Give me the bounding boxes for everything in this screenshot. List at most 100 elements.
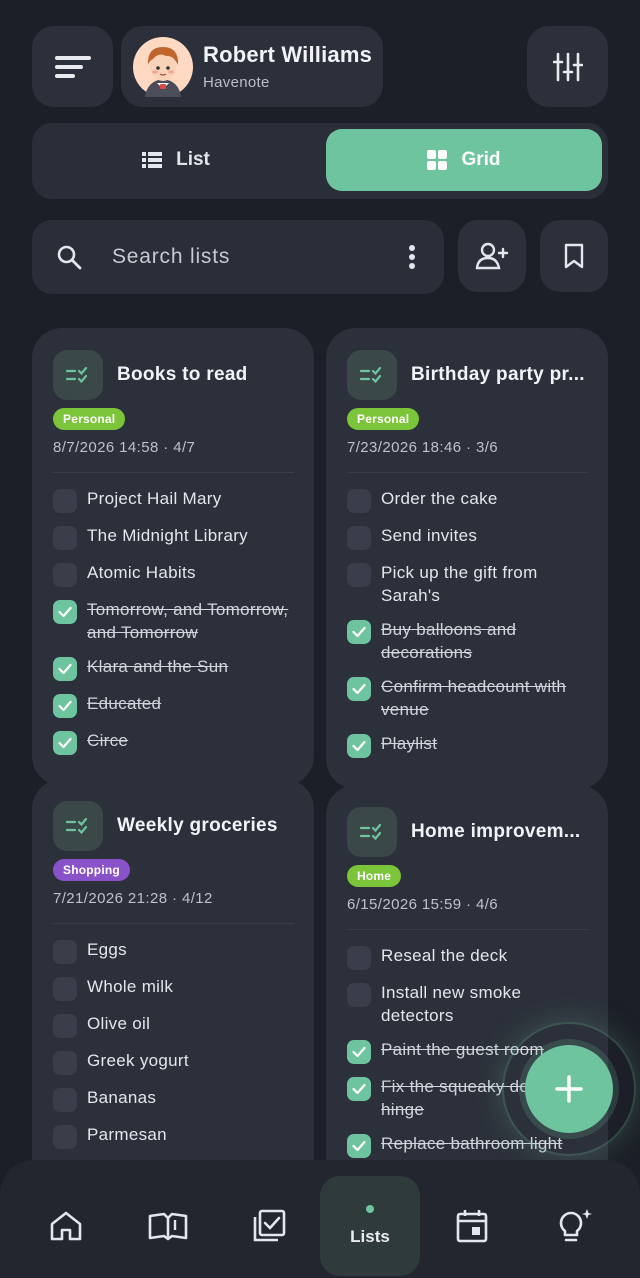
list-icon <box>142 152 163 168</box>
add-list-button[interactable] <box>525 1045 613 1133</box>
list-item: Pick up the gift from Sarah's <box>347 561 588 607</box>
checkbox[interactable] <box>53 489 77 513</box>
card-header: Books to read <box>53 350 294 400</box>
card-header: Weekly groceries <box>53 801 294 851</box>
view-toggle: List Grid <box>32 123 608 199</box>
list-item: Atomic Habits <box>53 561 294 587</box>
plus-icon <box>555 1075 583 1103</box>
check-icon <box>58 700 72 712</box>
checkbox[interactable] <box>53 977 77 1001</box>
check-icon <box>352 1046 366 1058</box>
item-text: Greek yogurt <box>87 1051 189 1070</box>
card-title: Weekly groceries <box>117 815 278 836</box>
item-text: Order the cake <box>381 489 498 508</box>
checkbox-checked[interactable] <box>347 1040 371 1064</box>
list-item: Whole milk <box>53 975 294 1001</box>
checkbox[interactable] <box>53 1125 77 1149</box>
category-tag: Home <box>347 865 402 887</box>
lightbulb-icon <box>559 1209 592 1242</box>
item-text: Whole milk <box>87 977 174 996</box>
check-icon <box>58 606 72 618</box>
list-item: Klara and the Sun <box>53 655 294 681</box>
active-dot <box>366 1205 374 1213</box>
avatar <box>133 36 193 97</box>
checkbox-checked[interactable] <box>347 1077 371 1101</box>
bookmark-icon <box>564 243 584 269</box>
nav-calendar[interactable] <box>422 1176 522 1276</box>
card-header: Home improvem... <box>347 807 588 857</box>
nav-tasks[interactable] <box>219 1176 319 1276</box>
card-title: Home improvem... <box>411 821 581 842</box>
check-icon <box>352 1083 366 1095</box>
checkbox-checked[interactable] <box>53 694 77 718</box>
search-input[interactable]: Search lists <box>32 220 444 294</box>
checkbox[interactable] <box>53 1051 77 1075</box>
user-name: Robert Williams <box>203 42 373 67</box>
check-icon <box>58 737 72 749</box>
checklist-icon <box>347 350 397 400</box>
list-card[interactable]: Weekly groceries Shopping 7/21/2026 21:28 … <box>32 779 314 1160</box>
checkbox[interactable] <box>347 563 371 587</box>
checkbox[interactable] <box>53 1088 77 1112</box>
item-text: Playlist <box>381 734 438 753</box>
category-tag: Personal <box>347 408 420 430</box>
share-list-button[interactable] <box>458 220 526 292</box>
item-text: Project Hail Mary <box>87 489 222 508</box>
list-view-label: List <box>176 149 210 170</box>
list-item: Eggs <box>53 938 294 964</box>
list-card[interactable]: Books to read Personal 8/7/2026 14:58 · 4/… <box>32 328 314 786</box>
search-icon <box>57 245 82 270</box>
check-icon <box>352 740 366 752</box>
item-text: Pick up the gift from Sarah's <box>381 563 538 605</box>
more-vertical-icon[interactable] <box>408 244 416 270</box>
nav-ideas[interactable] <box>524 1176 624 1276</box>
item-text: Olive oil <box>87 1014 151 1033</box>
checkbox-checked[interactable] <box>347 620 371 644</box>
checkbox[interactable] <box>53 563 77 587</box>
nav-notes[interactable] <box>118 1176 218 1276</box>
checkbox[interactable] <box>53 940 77 964</box>
profile-chip[interactable]: Robert Williams Havenote <box>121 26 383 107</box>
menu-icon <box>54 55 91 78</box>
checkbox-checked[interactable] <box>53 731 77 755</box>
item-text: Confirm headcount with venue <box>381 677 567 719</box>
card-title: Books to read <box>117 364 248 385</box>
list-item: Parmesan <box>53 1123 294 1149</box>
card-meta: 8/7/2026 14:58 · 4/7 <box>53 439 196 456</box>
list-item: Order the cake <box>347 487 588 513</box>
checkbox[interactable] <box>347 946 371 970</box>
checkbox[interactable] <box>53 1014 77 1038</box>
item-text: Parmesan <box>87 1125 167 1144</box>
grid-view-button[interactable]: Grid <box>326 129 602 191</box>
menu-button[interactable] <box>32 26 113 107</box>
item-text: Tomorrow, and Tomorrow, and Tomorrow <box>87 600 289 642</box>
nav-lists-label: Lists <box>350 1227 390 1246</box>
list-view-button[interactable]: List <box>38 129 314 191</box>
item-text: Send invites <box>381 526 478 545</box>
checkbox-checked[interactable] <box>347 1134 371 1158</box>
list-card[interactable]: Birthday party pr... Personal 7/23/2026 18… <box>326 328 608 789</box>
checkbox[interactable] <box>347 526 371 550</box>
filter-button[interactable] <box>527 26 608 107</box>
item-text: Atomic Habits <box>87 563 196 582</box>
card-meta: 7/21/2026 21:28 · 4/12 <box>53 890 213 907</box>
checkbox[interactable] <box>347 983 371 1007</box>
book-open-icon <box>148 1212 188 1241</box>
bookmark-button[interactable] <box>540 220 608 292</box>
card-meta: 6/15/2026 15:59 · 4/6 <box>347 896 499 913</box>
nav-home[interactable] <box>16 1176 116 1276</box>
checkbox[interactable] <box>53 526 77 550</box>
check-icon <box>352 683 366 695</box>
checkbox-checked[interactable] <box>53 657 77 681</box>
checkbox-checked[interactable] <box>347 734 371 758</box>
item-text: Eggs <box>87 940 127 959</box>
nav-lists[interactable]: Lists <box>320 1176 420 1276</box>
check-icon <box>352 1140 366 1152</box>
checkbox[interactable] <box>347 489 371 513</box>
item-text: Install new smoke detectors <box>381 983 522 1025</box>
item-text: Klara and the Sun <box>87 657 229 676</box>
item-text: Reseal the deck <box>381 946 508 965</box>
checklist-icon <box>347 807 397 857</box>
checkbox-checked[interactable] <box>347 677 371 701</box>
checkbox-checked[interactable] <box>53 600 77 624</box>
